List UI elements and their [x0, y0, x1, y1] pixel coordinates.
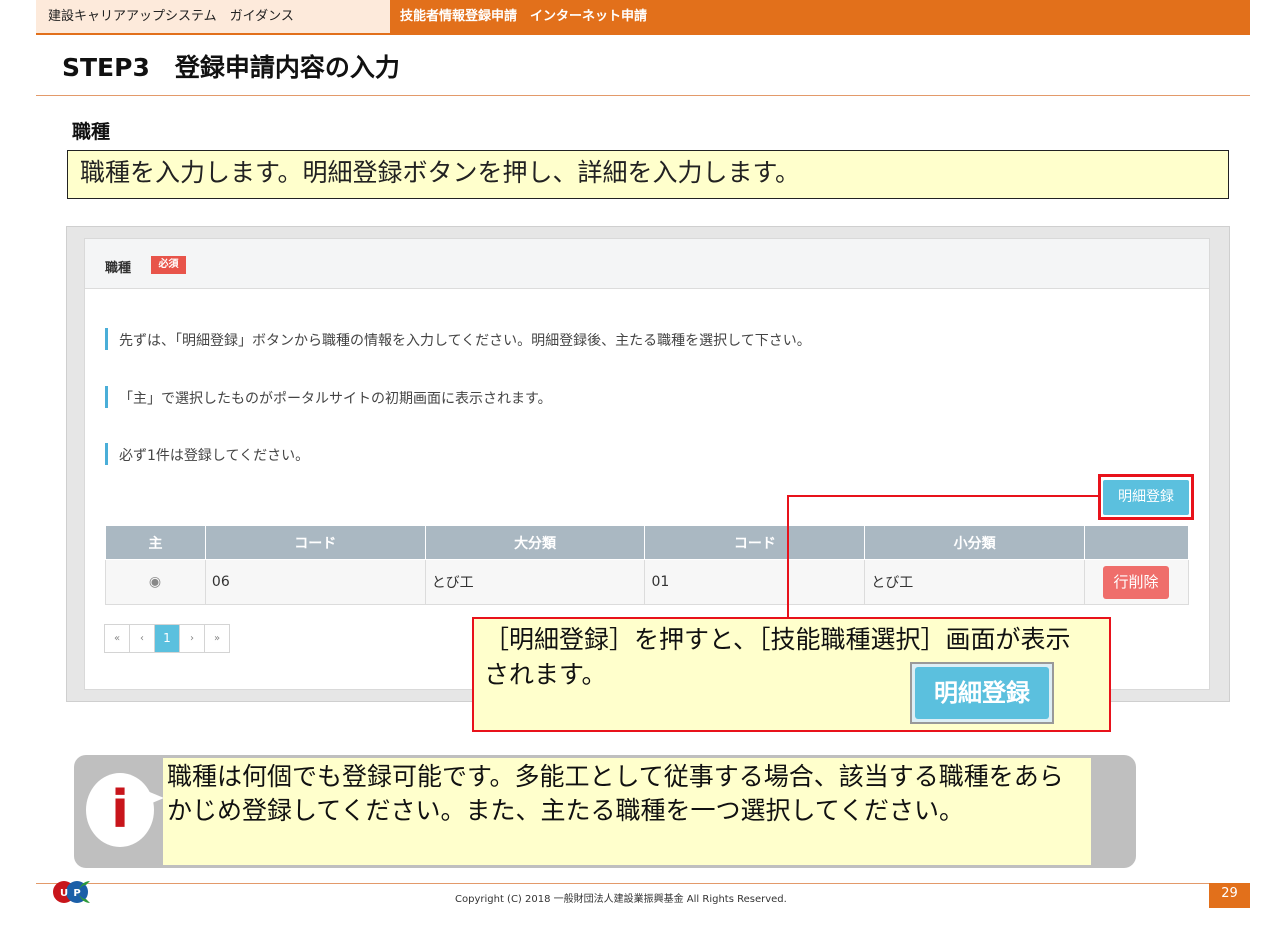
- section-title: 技能者情報登録申請 インターネット申請: [390, 0, 1250, 33]
- footer-divider: [36, 883, 1250, 884]
- col-header-code: コード: [644, 525, 866, 560]
- cell-action: 行削除: [1084, 559, 1189, 605]
- cell-major: とび工: [424, 559, 646, 605]
- note-marker: [105, 443, 108, 465]
- pager-next[interactable]: ›: [180, 625, 205, 652]
- note-marker: [105, 328, 108, 350]
- callout-connector: [787, 495, 789, 617]
- svg-text:P: P: [73, 888, 80, 899]
- panel-title: 職種: [105, 261, 132, 276]
- note-text: 先ずは、「明細登録」ボタンから職種の情報を入力してください。明細登録後、主たる職…: [119, 333, 811, 349]
- callout-detail-button: 明細登録: [915, 667, 1049, 719]
- col-header-action: [1084, 525, 1189, 560]
- note-marker: [105, 386, 108, 408]
- upc-logo: U P: [53, 881, 90, 903]
- job-type-table: 主 コード 大分類 コード 小分類 ◉ 06 とび工 01 とび工 行削除: [105, 525, 1189, 605]
- section-label: 職種: [72, 121, 111, 143]
- cell-code: 06: [204, 559, 426, 605]
- intro-text: 職種を入力します。明細登録ボタンを押し、詳細を入力します。: [67, 150, 1229, 199]
- pager-first[interactable]: «: [105, 625, 130, 652]
- col-header-code: コード: [204, 525, 426, 560]
- delete-row-button[interactable]: 行削除: [1103, 565, 1169, 599]
- callout-connector: [787, 495, 1099, 497]
- required-badge: 必須: [151, 256, 186, 274]
- note-text: 必ず1件は登録してください。: [119, 448, 310, 464]
- pager-current[interactable]: 1: [155, 625, 180, 652]
- info-icon-glyph: i: [111, 780, 129, 840]
- table-header-row: 主 コード 大分類 コード 小分類: [105, 525, 1189, 560]
- doc-title: 建設キャリアアップシステム ガイダンス: [36, 0, 390, 33]
- pager-last[interactable]: »: [205, 625, 229, 652]
- title-divider: [36, 95, 1250, 96]
- info-text: 職種は何個でも登録可能です。多能工として従事する場合、該当する職種をあらかじめ登…: [167, 762, 1064, 825]
- main-radio[interactable]: ◉: [105, 559, 206, 605]
- note-text: 「主」で選択したものがポータルサイトの初期画面に表示されます。: [119, 391, 552, 407]
- header-divider: [36, 33, 1250, 35]
- button-highlight: [1098, 474, 1194, 520]
- cell-minor: とび工: [864, 559, 1085, 605]
- panel-header: [85, 239, 1209, 289]
- page-number: 29: [1209, 883, 1250, 908]
- pager-prev[interactable]: ‹: [130, 625, 155, 652]
- pagination: « ‹ 1 › »: [104, 624, 230, 653]
- page-title: STEP3 登録申請内容の入力: [62, 53, 400, 82]
- cell-code: 01: [644, 559, 866, 605]
- col-header-minor: 小分類: [864, 525, 1085, 560]
- table-row: ◉ 06 とび工 01 とび工 行削除: [105, 559, 1189, 605]
- col-header-major: 大分類: [424, 525, 646, 560]
- col-header-main: 主: [105, 525, 206, 560]
- copyright: Copyright (C) 2018 一般財団法人建設業振興基金 All Rig…: [455, 894, 787, 905]
- svg-text:U: U: [60, 888, 68, 899]
